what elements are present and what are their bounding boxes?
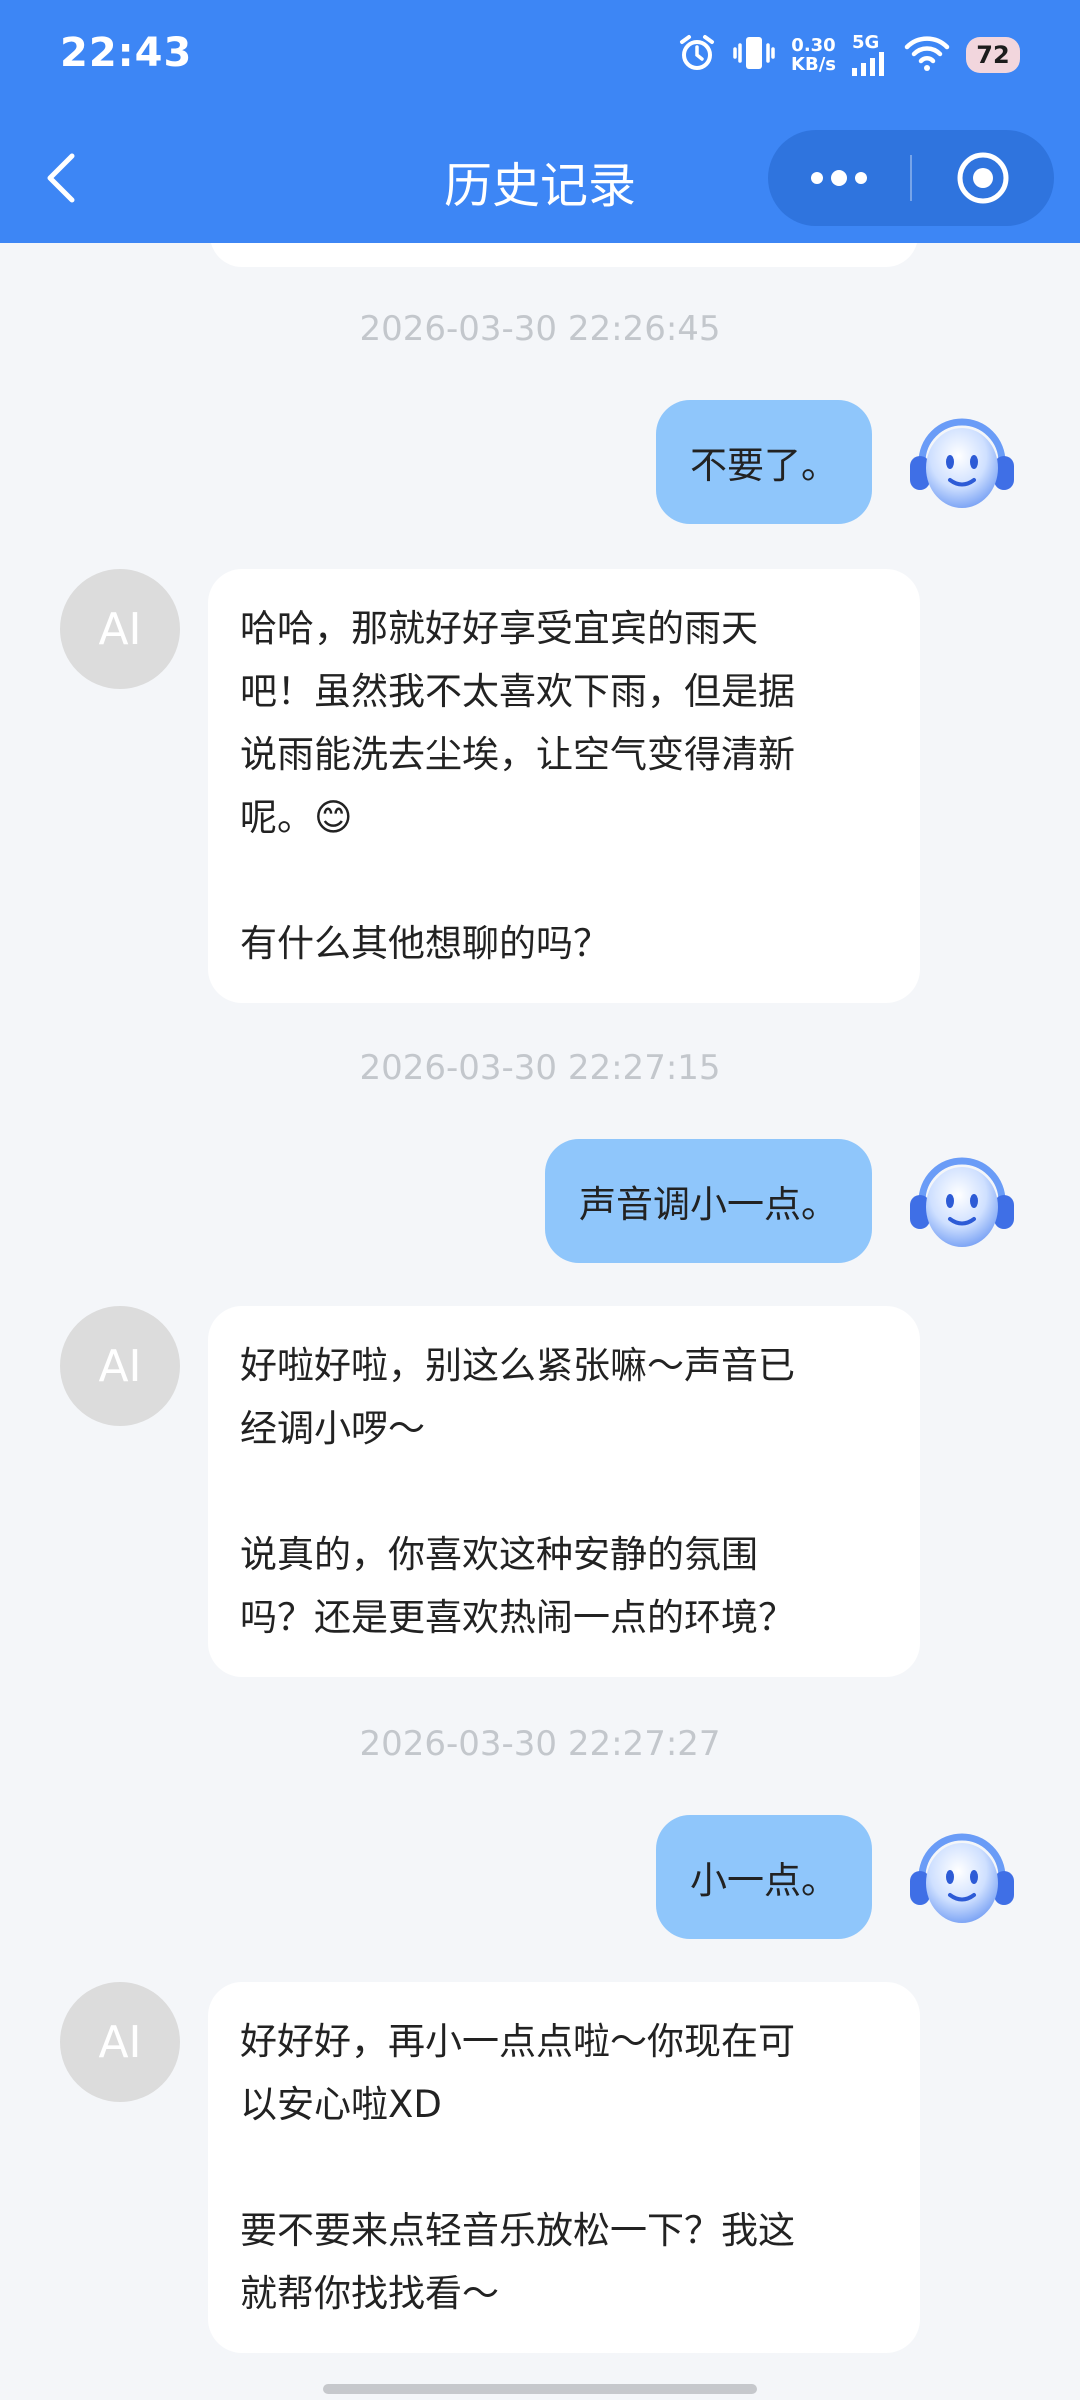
battery-icon: 72: [966, 37, 1020, 73]
timestamp: 2026-03-30 22:26:45: [359, 309, 721, 349]
vibrate-icon: [733, 33, 775, 77]
user-message-bubble[interactable]: 声音调小一点。: [545, 1139, 872, 1263]
close-button[interactable]: [912, 130, 1054, 226]
ai-message-line: 哈哈，那就好好享受宜宾的雨天: [240, 607, 758, 650]
user-message-bubble[interactable]: 不要了。: [656, 400, 872, 524]
ai-message-line: 好好好，再小一点点啦～你现在可: [240, 2020, 795, 2063]
robot-avatar-icon: [900, 1139, 1024, 1263]
ai-message-bubble[interactable]: 好好好，再小一点点啦～你现在可 以安心啦XD 要不要来点轻音乐放松一下？我这 就…: [208, 1982, 920, 2353]
robot-avatar-icon: [900, 1815, 1024, 1939]
ai-message-line: 有什么其他想聊的吗？: [240, 922, 610, 965]
ai-message-line: 吧！虽然我不太喜欢下雨，但是据: [240, 670, 795, 713]
user-message-bubble[interactable]: 小一点。: [656, 1815, 872, 1939]
ai-message-line: 经调小啰～: [240, 1407, 425, 1450]
status-time: 22:43: [60, 30, 193, 76]
ai-message-line: 吗？还是更喜欢热闹一点的环境？: [240, 1596, 795, 1639]
ai-message-line: 说雨能洗去尘埃，让空气变得清新: [240, 733, 795, 776]
alarm-icon: [677, 33, 717, 77]
ai-message-line: 就帮你找找看～: [240, 2272, 499, 2315]
ai-avatar: AI: [60, 1306, 180, 1426]
more-button[interactable]: [768, 130, 910, 226]
ai-message-bubble[interactable]: 好啦好啦，别这么紧张嘛～声音已 经调小啰～ 说真的，你喜欢这种安静的氛围 吗？还…: [208, 1306, 920, 1677]
ai-message-line: 好啦好啦，别这么紧张嘛～声音已: [240, 1344, 795, 1387]
ai-avatar: AI: [60, 569, 180, 689]
net-speed: 0.30 KB/s: [791, 36, 836, 74]
previous-ai-bubble: [210, 243, 918, 267]
target-icon: [957, 152, 1009, 204]
ai-message-bubble[interactable]: 哈哈，那就好好享受宜宾的雨天 吧！虽然我不太喜欢下雨，但是据 说雨能洗去尘埃，让…: [208, 569, 920, 1003]
cell-signal: 5G: [852, 34, 888, 76]
wifi-icon: [904, 33, 950, 77]
mini-program-capsule: [768, 130, 1054, 226]
net-speed-unit: KB/s: [791, 54, 836, 75]
ai-message-line: 说真的，你喜欢这种安静的氛围: [240, 1533, 758, 1576]
status-icons: 0.30 KB/s 5G 72: [677, 30, 1020, 80]
more-icon: [811, 170, 867, 186]
timestamp: 2026-03-30 22:27:27: [359, 1724, 721, 1764]
user-message-row: 声音调小一点。: [0, 1139, 1080, 1263]
user-message-row: 不要了。: [0, 400, 1080, 524]
timestamp: 2026-03-30 22:27:15: [359, 1048, 721, 1088]
chat-history[interactable]: 2026-03-30 22:26:45 不要了。 AI 哈哈，那就好好享受宜宾的…: [0, 243, 1080, 2400]
ai-message-line: 呢。😊: [240, 796, 353, 839]
net-speed-value: 0.30: [791, 35, 836, 56]
ai-message-line: 以安心啦XD: [240, 2083, 442, 2126]
ai-avatar: AI: [60, 1982, 180, 2102]
robot-avatar-icon: [900, 400, 1024, 524]
user-message-row: 小一点。: [0, 1815, 1080, 1939]
network-type: 5G: [852, 32, 880, 53]
home-indicator[interactable]: [323, 2384, 757, 2394]
ai-message-line: 要不要来点轻音乐放松一下？我这: [240, 2209, 795, 2252]
app-header: 22:43 0.30 KB/s 5G 72 历史记录: [0, 0, 1080, 243]
signal-icon: [852, 52, 884, 76]
